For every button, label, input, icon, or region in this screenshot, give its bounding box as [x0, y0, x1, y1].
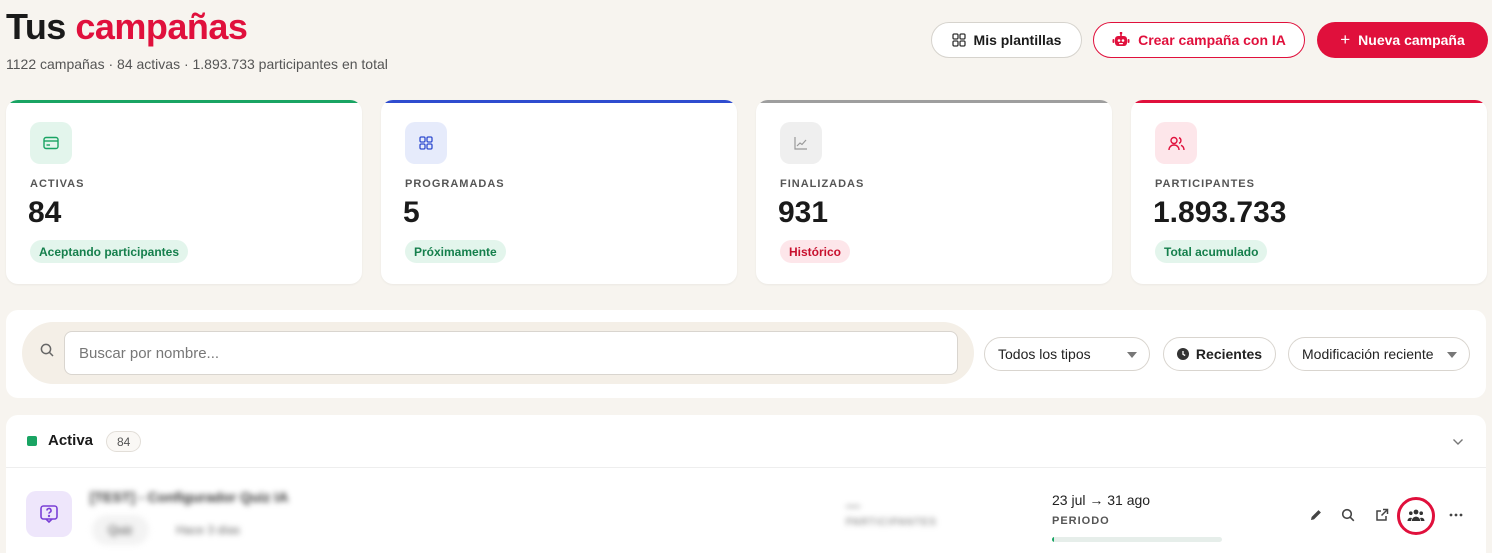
stat-value: 5 — [403, 196, 420, 229]
card-accent-bar — [1131, 100, 1487, 103]
stat-card-participants: PARTICIPANTES 1.893.733 Total acumulado — [1131, 100, 1487, 284]
more-options-button[interactable] — [1442, 501, 1470, 529]
filters-bar: Todos los tipos Recientes Modificación r… — [6, 310, 1486, 398]
status-dot — [27, 436, 37, 446]
card-icon — [30, 122, 72, 164]
page-title: Tus campañas — [6, 6, 248, 48]
stat-pill: Total acumulado — [1155, 240, 1268, 263]
stat-label: PROGRAMADAS — [405, 178, 505, 190]
stat-card-scheduled: PROGRAMADAS 5 Próximamente — [381, 100, 737, 284]
period-progress — [1052, 537, 1222, 542]
external-link-icon — [1376, 508, 1389, 521]
sort-select[interactable]: Modificación reciente — [1288, 337, 1470, 371]
users-icon — [1155, 122, 1197, 164]
search-container — [22, 322, 974, 384]
robot-icon — [1112, 32, 1130, 46]
sort-select-value: Modificación reciente — [1302, 346, 1434, 362]
caret-down-icon — [1447, 352, 1457, 358]
type-select[interactable]: Todos los tipos — [984, 337, 1150, 371]
campaign-type-tag: Quiz — [92, 515, 149, 545]
recent-button[interactable]: Recientes — [1163, 337, 1276, 371]
participants-count: — — [846, 497, 860, 513]
card-accent-bar — [381, 100, 737, 103]
campaign-meta: Hace 3 días — [176, 523, 241, 537]
group-count-badge: 84 — [106, 431, 142, 452]
period-label: PERIODO — [1052, 515, 1110, 527]
card-accent-bar — [756, 100, 1112, 103]
new-campaign-label: Nueva campaña — [1358, 32, 1465, 48]
stat-pill: Histórico — [780, 240, 851, 263]
open-external-button[interactable] — [1368, 501, 1396, 529]
recent-label: Recientes — [1195, 346, 1263, 362]
card-accent-bar — [6, 100, 362, 103]
stat-pill: Próximamente — [405, 240, 506, 263]
stat-pill: Aceptando participantes — [30, 240, 189, 263]
group-name: Activa — [48, 432, 94, 449]
highlight-ring — [1397, 497, 1435, 535]
stat-value: 84 — [28, 196, 62, 229]
stat-label: PARTICIPANTES — [1155, 178, 1255, 190]
search-icon — [1341, 508, 1355, 522]
my-templates-label: Mis plantillas — [973, 32, 1062, 48]
period-dates: 23 jul → 31 ago — [1052, 492, 1151, 508]
campaign-row[interactable]: [TEST] - Configurador Quiz IA Quiz Hace … — [6, 469, 1486, 553]
grid-icon — [405, 122, 447, 164]
my-templates-button[interactable]: Mis plantillas — [931, 22, 1082, 58]
search-icon — [40, 343, 54, 362]
pencil-icon — [1311, 510, 1321, 520]
stat-value: 931 — [778, 196, 829, 229]
progress-fill — [1052, 537, 1054, 542]
preview-button[interactable] — [1334, 501, 1362, 529]
group-header-active[interactable]: Activa 84 — [6, 415, 1486, 468]
caret-down-icon — [1127, 352, 1137, 358]
new-campaign-button[interactable]: + Nueva campaña — [1317, 22, 1488, 58]
create-ai-campaign-button[interactable]: Crear campaña con IA — [1093, 22, 1305, 58]
chevron-down-icon[interactable] — [1452, 433, 1464, 451]
participants-label: PARTICIPANTES — [846, 517, 937, 528]
stat-value: 1.893.733 — [1153, 196, 1287, 229]
stat-card-finished: FINALIZADAS 931 Histórico — [756, 100, 1112, 284]
stat-label: FINALIZADAS — [780, 178, 865, 190]
page-subtitle: 1122 campañas · 84 activas · 1.893.733 p… — [6, 56, 388, 72]
plus-icon: + — [1340, 30, 1351, 49]
stat-card-active: ACTIVAS 84 Aceptando participantes — [6, 100, 362, 284]
grid-icon — [951, 33, 966, 47]
chart-icon — [780, 122, 822, 164]
edit-button[interactable] — [1302, 501, 1330, 529]
create-ai-label: Crear campaña con IA — [1138, 32, 1286, 48]
clock-icon — [1176, 348, 1189, 360]
title-prefix: Tus — [6, 6, 66, 47]
search-input[interactable] — [64, 331, 958, 375]
campaign-name[interactable]: [TEST] - Configurador Quiz IA — [90, 489, 288, 505]
title-accent: campañas — [75, 6, 248, 47]
stat-label: ACTIVAS — [30, 178, 85, 190]
more-icon — [1449, 513, 1463, 517]
type-select-value: Todos los tipos — [998, 346, 1091, 362]
quiz-icon — [26, 491, 72, 537]
campaign-list: Activa 84 [TEST] - Configurador Quiz IA … — [6, 415, 1486, 553]
